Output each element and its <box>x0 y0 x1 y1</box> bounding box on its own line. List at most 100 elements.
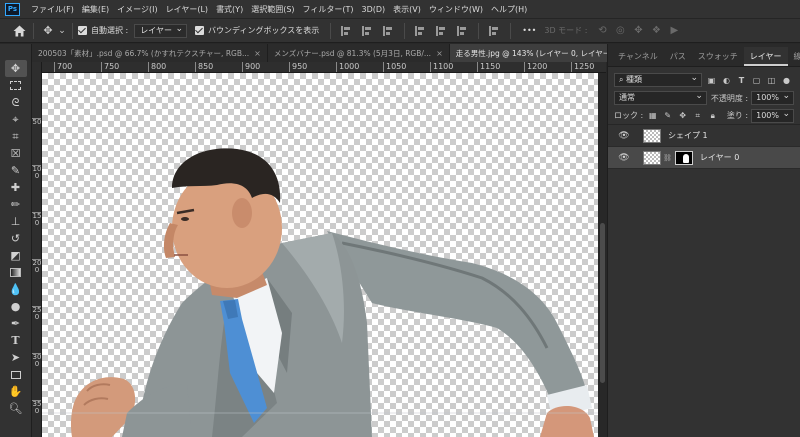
3d-slide-icon: ❖ <box>651 25 661 36</box>
document-canvas[interactable] <box>42 73 598 437</box>
lasso-tool-icon[interactable]: ᘓ <box>5 94 27 111</box>
opacity-input[interactable]: 100% <box>751 90 794 105</box>
lock-pixels-icon[interactable]: ✎ <box>662 110 673 121</box>
link-icon[interactable]: ⛓ <box>663 154 672 162</box>
3d-roll-icon: ◎ <box>616 25 625 36</box>
3d-orbit-icon: ⟲ <box>598 25 607 36</box>
tab-line-art[interactable]: 線画 <box>788 47 800 66</box>
frame-tool-icon[interactable]: ☒ <box>5 145 27 162</box>
menu-image[interactable]: イメージ(I) <box>113 4 161 15</box>
divider <box>72 22 73 39</box>
tab-paths[interactable]: パス <box>664 47 692 66</box>
layer-thumbnail <box>643 128 661 143</box>
filter-type-icon[interactable]: T <box>736 75 747 86</box>
crop-tool-icon[interactable]: ⌗ <box>5 128 27 145</box>
align-middle-v-icon[interactable] <box>436 25 447 36</box>
align-center-h-icon[interactable] <box>362 25 373 36</box>
ruler-tick: 250 <box>32 306 42 321</box>
layer-row[interactable]: 👁︎ シェイプ 1 <box>608 125 800 147</box>
close-icon[interactable]: × <box>254 49 261 58</box>
menu-type[interactable]: 書式(Y) <box>212 4 247 15</box>
lock-artboard-icon[interactable]: ⌗ <box>692 110 703 121</box>
layer-kind-filter[interactable]: ⌕ 種類 <box>614 72 702 87</box>
ruler-tick: 750 <box>101 62 119 72</box>
menu-view[interactable]: 表示(V) <box>389 4 425 15</box>
document-tab[interactable]: メンズバナー.psd @ 81.3% (5月3日, RGB/... × <box>267 44 450 62</box>
rectangle-tool-icon[interactable] <box>5 366 27 383</box>
healing-brush-tool-icon[interactable]: ✚ <box>5 179 27 196</box>
layer-row-selected[interactable]: 👁︎ ⛓ レイヤー 0 <box>608 147 800 169</box>
auto-select-checkbox[interactable] <box>78 26 87 35</box>
3d-camera-icon: ▶ <box>670 25 679 36</box>
layer-mask-thumbnail[interactable] <box>674 150 693 165</box>
dodge-tool-icon[interactable]: ● <box>5 298 27 315</box>
filter-toggle-icon[interactable]: ● <box>781 75 792 86</box>
quick-select-tool-icon[interactable]: ⌖ <box>5 111 27 128</box>
history-brush-tool-icon[interactable]: ↺ <box>5 230 27 247</box>
filter-adjustment-icon[interactable]: ◐ <box>721 75 732 86</box>
distribute-icon[interactable] <box>489 25 500 36</box>
tab-layers[interactable]: レイヤー <box>743 47 788 66</box>
layer-name[interactable]: レイヤー 0 <box>700 152 739 163</box>
ruler-tick: 800 <box>148 62 166 72</box>
eraser-tool-icon[interactable]: ◩ <box>5 247 27 264</box>
scrollbar-thumb[interactable] <box>600 223 605 383</box>
bounding-box-label: バウンディングボックスを表示 <box>208 26 320 35</box>
hand-tool-icon[interactable]: ✋ <box>5 383 27 400</box>
horizontal-ruler[interactable]: 700 750 800 850 900 950 1000 1050 1100 1… <box>42 62 606 73</box>
align-right-icon[interactable] <box>383 25 394 36</box>
chevron-down-icon[interactable]: ⌄ <box>57 22 67 40</box>
menu-window[interactable]: ウィンドウ(W) <box>425 4 487 15</box>
close-icon[interactable]: × <box>436 49 443 58</box>
blur-tool-icon[interactable]: 💧 <box>5 281 27 298</box>
filter-smart-object-icon[interactable]: ◫ <box>766 75 777 86</box>
clone-stamp-tool-icon[interactable]: ⊥ <box>5 213 27 230</box>
menu-help[interactable]: ヘルプ(H) <box>487 4 531 15</box>
move-tool-icon[interactable]: ✥ <box>39 22 57 40</box>
filter-shape-icon[interactable]: ▢ <box>751 75 762 86</box>
photoshop-logo[interactable]: Ps <box>5 2 20 16</box>
zoom-tool-icon[interactable]: 🔍︎ <box>5 400 27 417</box>
lock-row: ロック : ▦ ✎ ✥ ⌗ 🔒︎ 塗り : 100% <box>608 107 800 125</box>
menu-3d[interactable]: 3D(D) <box>358 5 390 14</box>
tab-swatches[interactable]: スウォッチ <box>692 47 744 66</box>
bounding-box-checkbox[interactable] <box>195 26 205 35</box>
eyedropper-tool-icon[interactable]: ✎ <box>5 162 27 179</box>
home-icon[interactable] <box>10 22 28 40</box>
gradient-tool-icon[interactable] <box>5 264 27 281</box>
more-options-button[interactable]: ••• <box>522 26 536 35</box>
ruler-tick: 1050 <box>383 62 406 72</box>
fill-input[interactable]: 100% <box>751 108 794 123</box>
menu-filter[interactable]: フィルター(T) <box>299 4 358 15</box>
marquee-tool-icon[interactable] <box>5 77 27 94</box>
align-top-icon[interactable] <box>415 25 426 36</box>
lock-all-icon[interactable]: 🔒︎ <box>707 110 718 121</box>
align-left-icon[interactable] <box>341 25 352 36</box>
eye-icon[interactable]: 👁︎ <box>618 131 630 141</box>
blend-mode-dropdown[interactable]: 通常 <box>614 90 707 105</box>
filter-pixel-icon[interactable]: ▣ <box>706 75 717 86</box>
vertical-scrollbar[interactable] <box>598 73 606 437</box>
tab-channels[interactable]: チャンネル <box>612 47 664 66</box>
divider <box>404 22 406 39</box>
lock-position-icon[interactable]: ✥ <box>677 110 688 121</box>
ruler-tick: 1100 <box>430 62 453 72</box>
ruler-tick: 1200 <box>524 62 547 72</box>
pen-tool-icon[interactable]: ✒ <box>5 315 27 332</box>
vertical-ruler[interactable]: 50 100 150 200 250 300 350 <box>32 62 42 437</box>
document-tab[interactable]: 200503「素材」.psd @ 66.7% (かすれテクスチャー, RGB..… <box>32 44 268 62</box>
layer-name[interactable]: シェイプ 1 <box>668 130 708 141</box>
fill-label: 塗り : <box>726 111 749 120</box>
menu-layer[interactable]: レイヤー(L) <box>162 4 212 15</box>
brush-tool-icon[interactable]: ✏ <box>5 196 27 213</box>
move-tool-icon[interactable]: ✥ <box>4 60 27 77</box>
align-bottom-icon[interactable] <box>457 25 468 36</box>
path-select-tool-icon[interactable]: ➤ <box>5 349 27 366</box>
type-tool-icon[interactable]: T <box>5 332 27 349</box>
menu-select[interactable]: 選択範囲(S) <box>247 4 298 15</box>
menu-edit[interactable]: 編集(E) <box>78 4 113 15</box>
menu-file[interactable]: ファイル(F) <box>27 4 78 15</box>
eye-icon[interactable]: 👁︎ <box>618 153 630 163</box>
lock-transparent-icon[interactable]: ▦ <box>647 110 658 121</box>
auto-select-dropdown[interactable]: レイヤー <box>134 23 188 38</box>
